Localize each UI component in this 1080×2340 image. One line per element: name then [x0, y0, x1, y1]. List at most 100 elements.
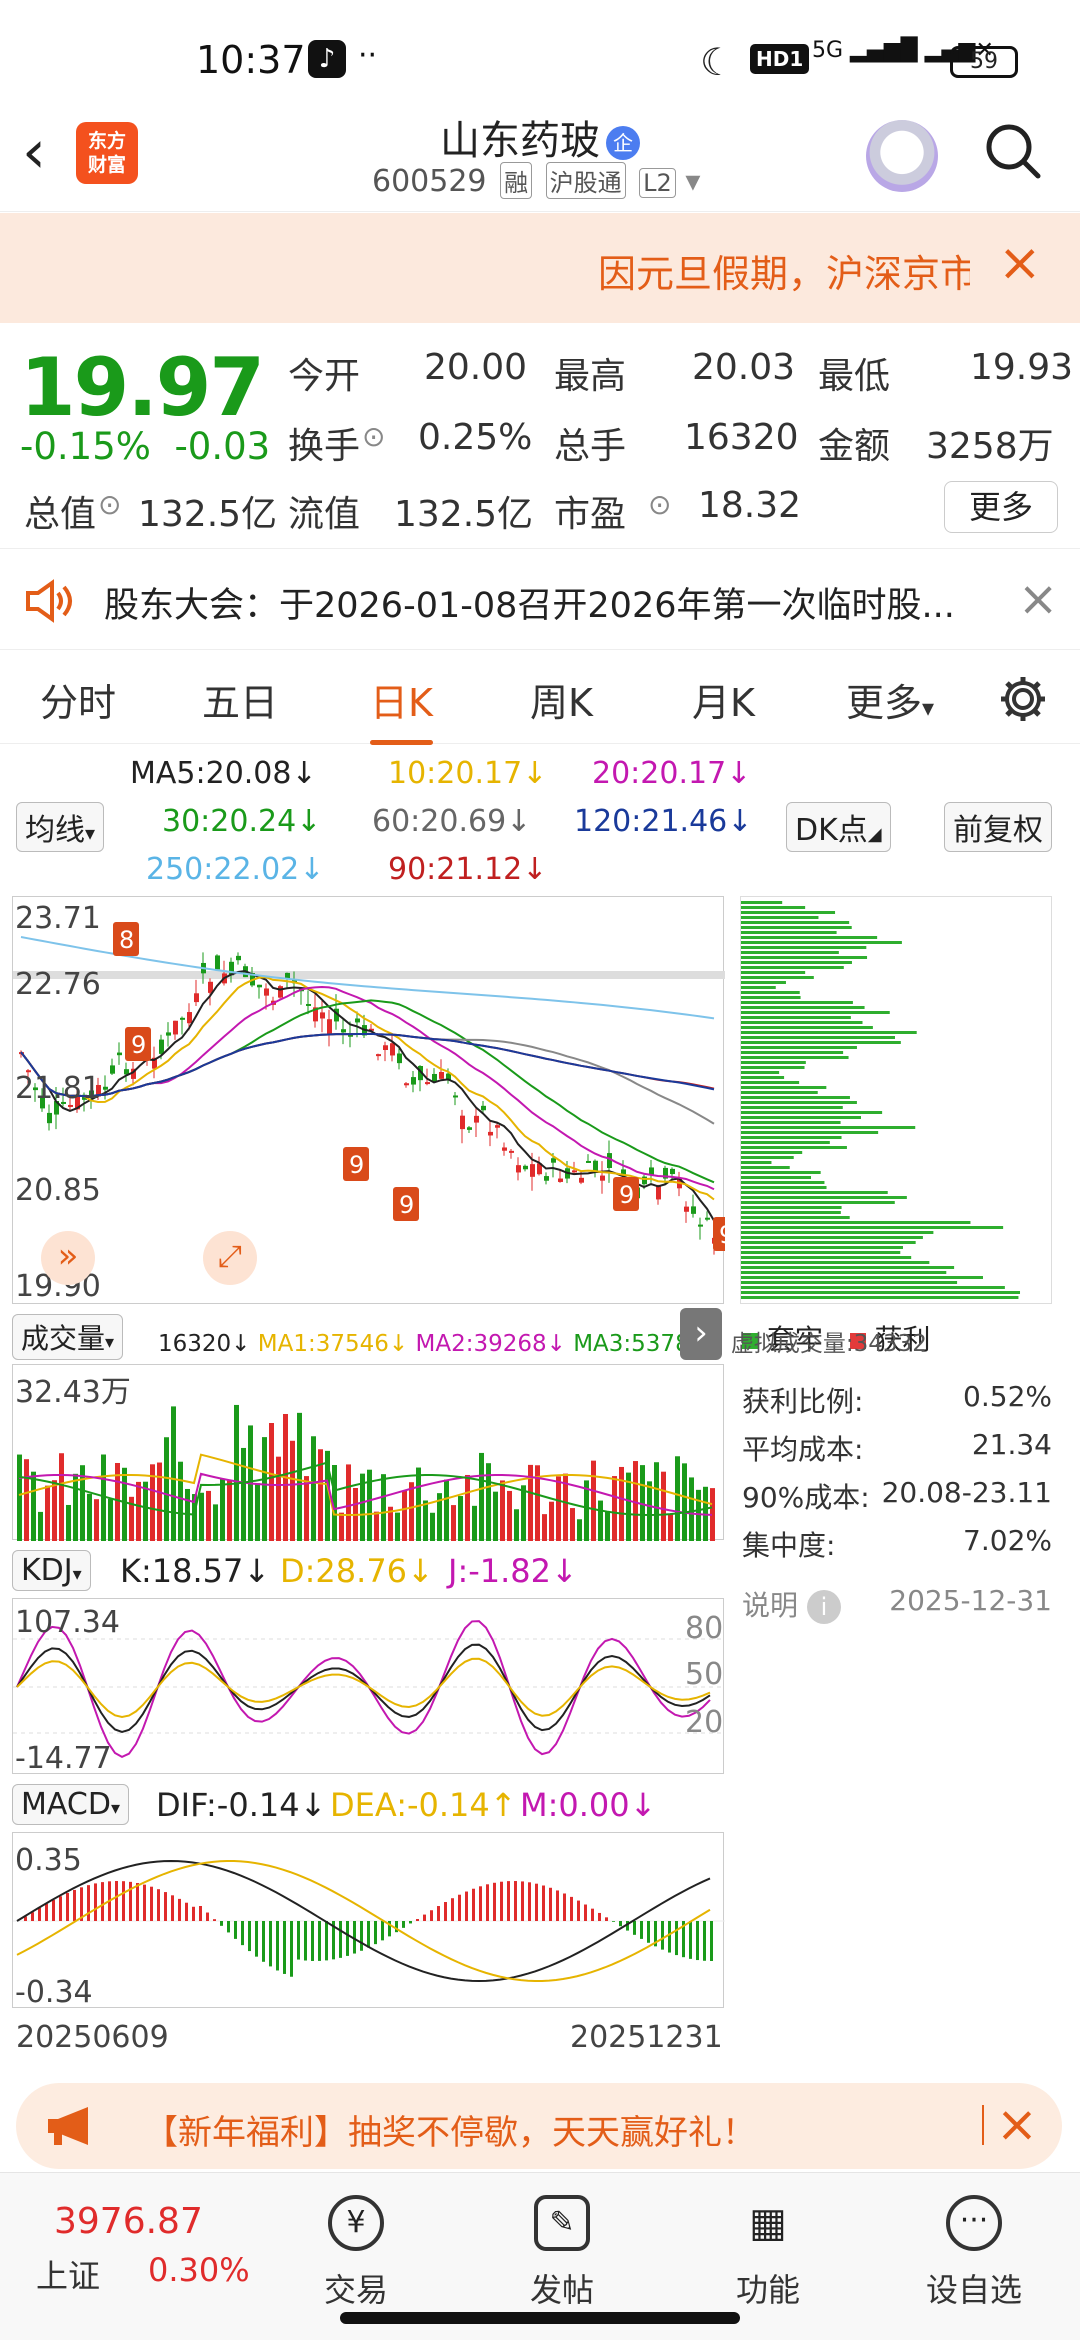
candle — [600, 1175, 605, 1181]
chip-bar — [741, 1196, 907, 1199]
volume-bar — [647, 1481, 652, 1541]
adjust-button[interactable]: 前复权 — [944, 802, 1052, 852]
info-icon[interactable]: ⊙ — [362, 420, 385, 453]
chip-bar — [741, 1081, 800, 1084]
volume-legend: 16320↓ MA1:37546↓ MA2:39268↓ MA3:53781↓ … — [158, 1324, 927, 1358]
nav-post[interactable]: ✎ 发帖 — [502, 2195, 622, 2311]
speaker-icon — [26, 579, 72, 623]
candle — [460, 1115, 465, 1130]
dk-point-button[interactable]: DK点◢ — [786, 802, 891, 852]
macd-bar — [143, 1884, 146, 1921]
more-dots-icon: ·· — [358, 38, 378, 73]
tab-monthly-k[interactable]: 月K — [692, 672, 755, 727]
volume-bar — [122, 1467, 127, 1541]
volume-bar — [311, 1436, 316, 1541]
candle — [117, 1052, 122, 1056]
close-icon[interactable]: × — [998, 233, 1042, 293]
kdj-selector[interactable]: KDJ▾ — [12, 1550, 91, 1591]
expand-left-icon[interactable]: » — [41, 1231, 95, 1285]
macd-bar — [507, 1881, 510, 1921]
fullscreen-icon[interactable]: ⤢ — [203, 1231, 257, 1285]
volume-bar — [654, 1462, 659, 1541]
tab-daily-k[interactable]: 日K — [370, 672, 433, 745]
info-icon[interactable]: ⊙ — [648, 488, 671, 521]
chip-bar — [741, 1241, 916, 1244]
open-label: 今开 — [288, 356, 361, 397]
gear-icon[interactable] — [998, 674, 1048, 724]
stock-subtitle: 600529 融 沪股通 L2 ▾ — [372, 162, 700, 199]
virtual-volume: 虚拟成交量:34332 — [730, 1331, 927, 1357]
macd-bar — [521, 1881, 524, 1921]
macd-bar — [346, 1921, 349, 1956]
close-icon[interactable]: × — [996, 2095, 1038, 2153]
vol-value: 16320↓ — [158, 1331, 251, 1357]
macd-bar — [339, 1921, 342, 1958]
search-icon[interactable] — [984, 122, 1042, 180]
candle — [558, 1178, 563, 1182]
kline-canvas: 8 9 9 9 9 9 — [13, 922, 725, 1255]
index-value[interactable]: 3976.87 — [54, 2201, 203, 2242]
macd-bar — [94, 1883, 97, 1921]
promo-banner[interactable]: 【新年福利】抽奖不停歇，天天赢好礼！ × — [16, 2083, 1062, 2169]
candle — [474, 1115, 479, 1123]
assistant-avatar[interactable] — [866, 120, 938, 192]
volume-selector[interactable]: 成交量▾ — [12, 1314, 124, 1360]
announcement-bar[interactable]: 股东大会：于2026-01-08召开2026年第一次临时股... × — [0, 548, 1080, 650]
chevron-right-icon[interactable]: › — [680, 1308, 722, 1360]
chip-bar — [741, 961, 852, 964]
nav-watchlist[interactable]: ··· 设自选 — [914, 2195, 1034, 2311]
index-pct[interactable]: 0.30% — [148, 2251, 250, 2289]
tab-intraday[interactable]: 分时 — [40, 672, 116, 727]
volume-bar — [269, 1422, 274, 1541]
macd-bar — [192, 1906, 195, 1921]
tab-more[interactable]: 更多▾ — [846, 672, 934, 727]
macd-bar — [416, 1918, 419, 1921]
more-button[interactable]: 更多 — [944, 481, 1058, 533]
kline-chart[interactable]: 899999 23.71 22.76 21.81 20.85 19.90 » ⤢ — [12, 896, 725, 1304]
holiday-notice[interactable]: 因元旦假期，沪深京市 × — [0, 213, 1080, 323]
kdj-20-label: 20 — [685, 1705, 724, 1740]
nav-trade[interactable]: ¥ 交易 — [296, 2195, 416, 2311]
tiktok-icon: ♪ — [308, 40, 346, 78]
megaphone-icon — [48, 2107, 88, 2145]
ma-selector[interactable]: 均线▾ — [16, 802, 105, 852]
chip-bar — [741, 976, 814, 979]
macd-chart[interactable]: 0.35 -0.34 — [12, 1832, 725, 2010]
volume-chart[interactable]: 32.43万 — [12, 1364, 724, 1541]
stock-code: 600529 — [372, 164, 487, 199]
nav-functions[interactable]: ▦ 功能 — [708, 2195, 828, 2311]
profit-ratio-value: 0.52% — [963, 1380, 1052, 1413]
candle — [551, 1158, 556, 1163]
info-icon[interactable]: ⊙ — [98, 488, 121, 521]
candle — [495, 1125, 500, 1128]
tab-weekly-k[interactable]: 周K — [530, 672, 593, 727]
macd-bar — [556, 1890, 559, 1921]
macd-bar — [318, 1921, 321, 1961]
volume-bar — [17, 1454, 22, 1541]
macd-selector[interactable]: MACD▾ — [12, 1784, 129, 1825]
kdj-chart[interactable]: 107.34 -14.77 80 50 20 — [12, 1598, 725, 1776]
chip-bar — [741, 1131, 879, 1134]
macd-selector-label: MACD — [21, 1787, 111, 1822]
index-name[interactable]: 上证 — [36, 2251, 100, 2297]
chip-bar — [741, 1021, 863, 1024]
chip-canvas — [741, 901, 1021, 1299]
close-icon[interactable]: × — [1018, 571, 1058, 627]
macd-bar — [675, 1921, 678, 1956]
tab-five-day[interactable]: 五日 — [202, 672, 278, 727]
ma-line — [20, 1032, 715, 1098]
volume-bar — [157, 1462, 162, 1541]
volume-bar — [479, 1452, 484, 1541]
macd-bar — [269, 1921, 272, 1967]
x-start-date: 20250609 — [16, 2020, 169, 2055]
chip-bar — [741, 1156, 794, 1159]
ma5-legend: MA5:20.08↓ — [130, 756, 317, 791]
volume-selector-label: 成交量 — [21, 1322, 106, 1355]
volume-bar — [668, 1514, 673, 1541]
caret-down-icon[interactable]: ▾ — [685, 164, 700, 199]
macd-bar — [409, 1921, 412, 1924]
candle — [691, 1206, 696, 1214]
chip-note[interactable]: 说明 i — [742, 1584, 841, 1624]
y-label-2: 22.76 — [15, 967, 101, 1002]
volume-bar — [31, 1471, 36, 1541]
